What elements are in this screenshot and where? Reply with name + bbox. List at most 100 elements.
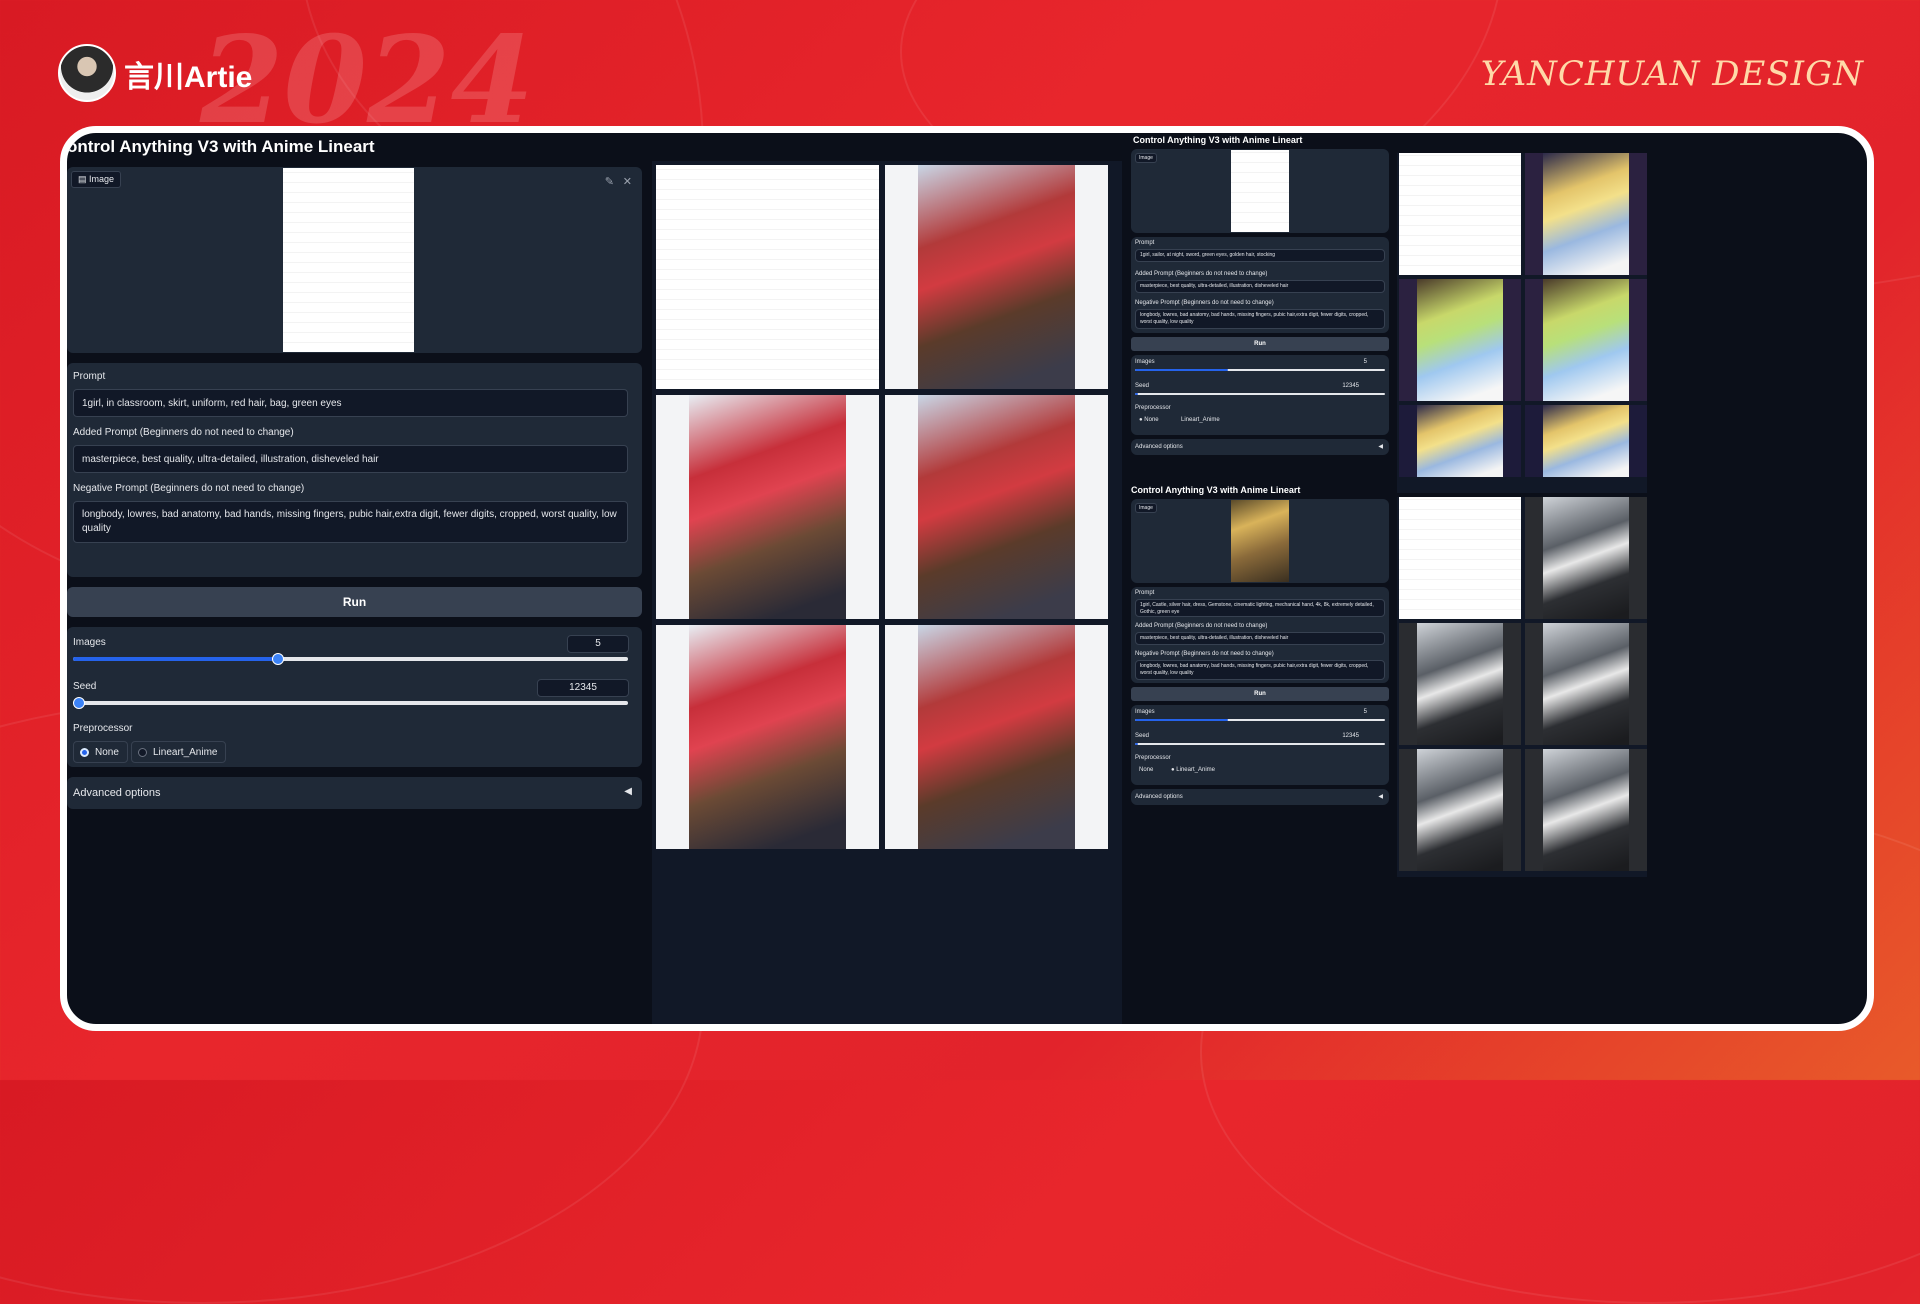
gallery-image[interactable] <box>656 625 879 849</box>
radio-dot <box>80 747 89 757</box>
preprocessor-label: Preprocessor <box>1135 755 1171 761</box>
seed-slider-thumb[interactable] <box>72 697 85 709</box>
prompt-panel: Prompt 1girl, Castle, silver hair, dress… <box>1131 587 1389 683</box>
screenshot-frame: ontrol Anything V3 with Anime Lineart ▤ … <box>60 126 1874 1031</box>
sliders-panel: Images 5 Seed 12345 Preprocessor None ● … <box>1131 705 1389 785</box>
input-lineart-image <box>283 168 414 352</box>
images-number-input[interactable]: 5 <box>1364 359 1367 365</box>
close-icon[interactable]: ✕ <box>623 175 632 188</box>
negative-prompt-input[interactable]: longbody, lowres, bad anatomy, bad hands… <box>73 501 628 543</box>
seed-slider[interactable] <box>1135 743 1385 745</box>
gallery-image[interactable] <box>1525 279 1647 401</box>
sliders-panel: Images 5 Seed 12345 Preprocessor ● None … <box>1131 355 1389 435</box>
advanced-options-accordion[interactable]: Advanced options ◀ <box>1131 439 1389 455</box>
image-label: Image <box>1135 503 1157 513</box>
seed-label: Seed <box>1135 733 1150 739</box>
seed-label: Seed <box>1135 383 1150 389</box>
images-slider-fill <box>1135 719 1228 721</box>
left-app: ontrol Anything V3 with Anime Lineart ▤ … <box>67 133 642 1024</box>
preprocessor-option-none[interactable]: None <box>1139 767 1153 773</box>
run-button[interactable]: Run <box>1131 337 1389 351</box>
negative-prompt-label: Negative Prompt (Beginners do not need t… <box>1135 300 1274 306</box>
triangle-left-icon: ◀ <box>624 786 632 797</box>
image-input-panel[interactable]: Image <box>1131 149 1389 233</box>
images-number-input[interactable]: 5 <box>1364 709 1367 715</box>
images-label: Images <box>1135 709 1155 715</box>
images-slider-thumb[interactable] <box>272 653 285 665</box>
images-slider[interactable] <box>73 653 628 665</box>
app-title: ontrol Anything V3 with Anime Lineart <box>67 137 375 156</box>
brand-right-logo: YANCHUAN DESIGN <box>1480 54 1864 94</box>
prompt-panel: Prompt 1girl, sailor, at night, sword, g… <box>1131 237 1389 333</box>
preprocessor-option-lineart-anime[interactable]: Lineart_Anime <box>131 741 227 763</box>
triangle-left-icon: ◀ <box>1378 794 1383 800</box>
avatar <box>58 44 116 102</box>
edit-icon[interactable]: ✎ <box>605 175 614 188</box>
prompt-input[interactable]: 1girl, in classroom, skirt, uniform, red… <box>73 389 628 417</box>
images-label: Images <box>73 637 106 648</box>
gallery-image[interactable] <box>656 165 879 389</box>
preprocessor-option-none[interactable]: ● None <box>1139 417 1159 423</box>
images-number-input[interactable]: 5 <box>567 635 629 653</box>
gallery-image[interactable] <box>1525 153 1647 275</box>
app-title: Control Anything V3 with Anime Lineart <box>1131 485 1301 495</box>
right-app-1: Control Anything V3 with Anime Lineart I… <box>1131 133 1391 483</box>
input-lineart-image <box>1231 150 1289 232</box>
added-prompt-label: Added Prompt (Beginners do not need to c… <box>73 427 294 438</box>
prompt-input[interactable]: 1girl, Castle, silver hair, dress, Gemst… <box>1135 599 1385 617</box>
image-label: ▤ Image <box>71 171 122 188</box>
right-app-2: Control Anything V3 with Anime Lineart I… <box>1131 483 1391 833</box>
main-gallery <box>652 161 1122 1024</box>
preprocessor-label: Preprocessor <box>73 723 133 734</box>
seed-slider[interactable] <box>72 697 628 709</box>
gallery-image[interactable] <box>1525 749 1647 871</box>
image-label: Image <box>1135 153 1157 163</box>
run-button[interactable]: Run <box>67 587 642 617</box>
negative-prompt-input[interactable]: longbody, lowres, bad anatomy, bad hands… <box>1135 660 1385 680</box>
preprocessor-option-lineart-anime[interactable]: ● Lineart_Anime <box>1171 767 1215 773</box>
prompt-panel: Prompt 1girl, in classroom, skirt, unifo… <box>67 363 642 577</box>
image-input-panel[interactable]: Image <box>1131 499 1389 583</box>
images-label: Images <box>1135 359 1155 365</box>
gallery-image[interactable] <box>1399 279 1521 401</box>
gallery-image[interactable] <box>1399 749 1521 871</box>
negative-prompt-input[interactable]: longbody, lowres, bad anatomy, bad hands… <box>1135 309 1385 329</box>
gallery-image[interactable] <box>885 395 1108 619</box>
added-prompt-input[interactable]: masterpiece, best quality, ultra-detaile… <box>1135 280 1385 293</box>
seed-label: Seed <box>73 681 97 692</box>
gallery-image[interactable] <box>885 165 1108 389</box>
gallery-image[interactable] <box>1399 153 1521 275</box>
added-prompt-input[interactable]: masterpiece, best quality, ultra-detaile… <box>73 445 628 473</box>
advanced-options-label: Advanced options <box>73 787 161 799</box>
advanced-options-label: Advanced options <box>1135 794 1183 800</box>
gallery-image[interactable] <box>1399 497 1521 619</box>
images-slider[interactable] <box>1135 719 1385 721</box>
preprocessor-option-lineart-anime[interactable]: Lineart_Anime <box>1181 417 1220 423</box>
seed-slider-fill <box>1135 393 1138 395</box>
gallery-image[interactable] <box>1525 405 1647 477</box>
prompt-input[interactable]: 1girl, sailor, at night, sword, green ey… <box>1135 249 1385 262</box>
gallery-image[interactable] <box>1399 405 1521 477</box>
advanced-options-accordion[interactable]: Advanced options ◀ <box>1131 789 1389 805</box>
negative-prompt-label: Negative Prompt (Beginners do not need t… <box>73 483 305 494</box>
gallery-image[interactable] <box>1399 623 1521 745</box>
preprocessor-label: Preprocessor <box>1135 405 1171 411</box>
image-input-panel[interactable]: ▤ Image ✎ ✕ <box>67 167 642 353</box>
seed-number-input[interactable]: 12345 <box>1342 733 1359 739</box>
advanced-options-accordion[interactable]: Advanced options ◀ <box>67 777 642 809</box>
run-button[interactable]: Run <box>1131 687 1389 701</box>
gallery-image[interactable] <box>656 395 879 619</box>
seed-slider[interactable] <box>1135 393 1385 395</box>
gallery-image[interactable] <box>1525 497 1647 619</box>
input-reference-image <box>1231 500 1289 582</box>
seed-number-input[interactable]: 12345 <box>537 679 629 697</box>
right-gallery-2 <box>1397 497 1647 877</box>
brand-name: 言川Artie <box>124 61 253 94</box>
gallery-image[interactable] <box>1525 623 1647 745</box>
preprocessor-option-none[interactable]: None <box>73 741 128 763</box>
negative-prompt-label: Negative Prompt (Beginners do not need t… <box>1135 651 1274 657</box>
added-prompt-input[interactable]: masterpiece, best quality, ultra-detaile… <box>1135 632 1385 645</box>
gallery-image[interactable] <box>885 625 1108 849</box>
images-slider[interactable] <box>1135 369 1385 371</box>
seed-number-input[interactable]: 12345 <box>1342 383 1359 389</box>
